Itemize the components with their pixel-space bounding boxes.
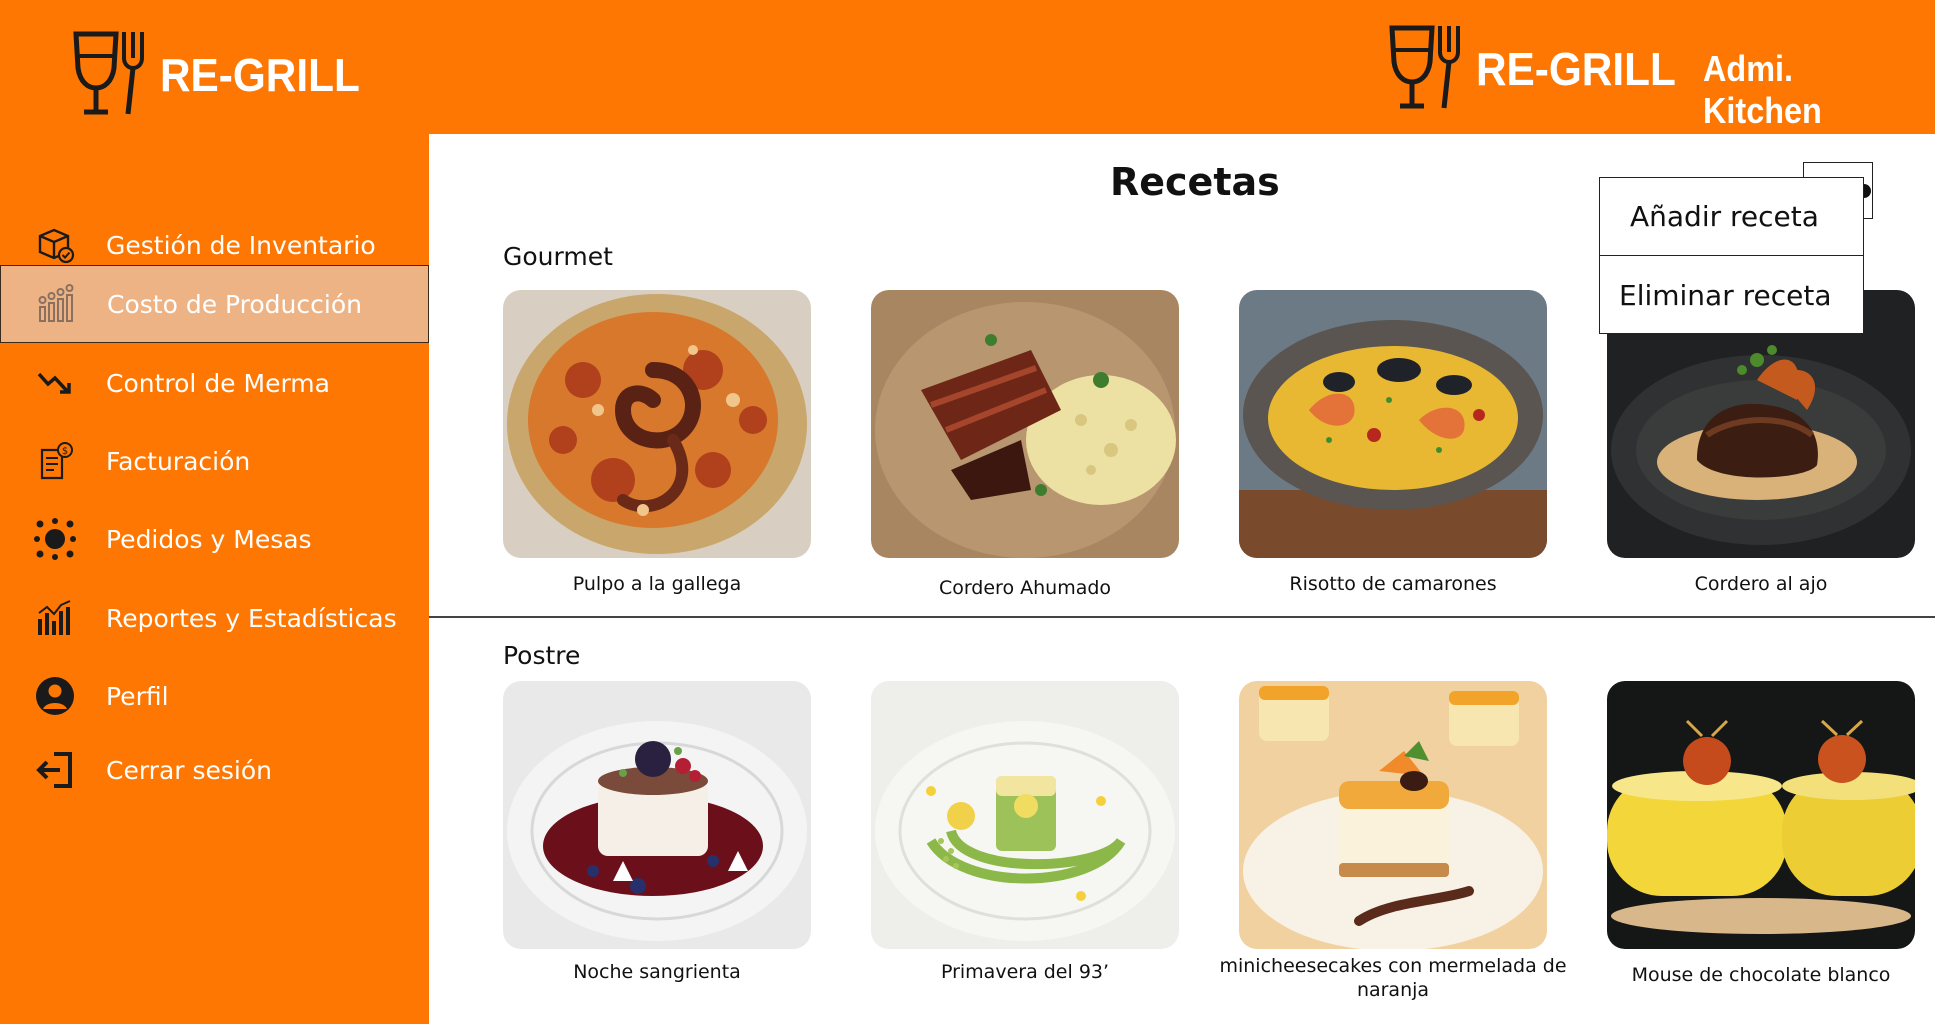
brand-logo-right: RE-GRILL: [1386, 24, 1693, 114]
sidebar-item-control-merma[interactable]: Control de Merma: [0, 344, 429, 422]
white-chocolate-mousse-photo: [1607, 681, 1915, 949]
recipe-name: Cordero al ajo: [1694, 573, 1828, 595]
invoice-icon: $: [32, 438, 78, 484]
top-bar: RE-GRILL RE-GRILL Admi. Kitchen: [0, 0, 1935, 134]
recipe-name: Pulpo a la gallega: [572, 573, 742, 595]
recipe-name: Risotto de camarones: [1289, 573, 1497, 595]
sidebar-item-costo-produccion[interactable]: Costo de Producción: [0, 265, 429, 343]
glass-fork-logo-icon: [1389, 25, 1460, 109]
production-cost-icon: [33, 281, 79, 327]
recipe-name: Cordero Ahumado: [938, 577, 1112, 599]
page-title: Recetas: [1110, 160, 1280, 204]
sidebar-item-label: Cerrar sesión: [106, 755, 273, 785]
user-icon: [32, 673, 78, 719]
section-divider: [429, 616, 1935, 618]
recipe-name: Noche sangrienta: [573, 961, 741, 983]
table-orders-icon: [32, 516, 78, 562]
logout-icon: [32, 747, 78, 793]
sidebar-item-label: Control de Merma: [106, 368, 330, 398]
recipe-card[interactable]: Noche sangrienta: [503, 681, 811, 983]
sidebar-item-perfil[interactable]: Perfil: [0, 657, 429, 735]
sidebar-item-label: Facturación: [106, 446, 251, 476]
shrimp-risotto-photo: [1239, 290, 1547, 558]
smoked-lamb-photo: [871, 290, 1179, 558]
sidebar-item-label: Pedidos y Mesas: [106, 524, 312, 554]
recipe-card[interactable]: Cordero Ahumado: [871, 290, 1179, 599]
recipe-card[interactable]: Risotto de camarones: [1239, 290, 1547, 595]
sidebar-item-cerrar-sesion[interactable]: Cerrar sesión: [0, 731, 429, 809]
brand-logo[interactable]: RE-GRILL: [70, 30, 377, 120]
trend-down-icon: [32, 360, 78, 406]
delete-recipe-option[interactable]: Eliminar receta: [1600, 256, 1863, 334]
recipe-name: Primavera del 93’: [940, 961, 1110, 983]
sidebar-item-label: Perfil: [106, 681, 169, 711]
brand-name-right: RE-GRILL: [1476, 43, 1676, 95]
sidebar-item-label: Reportes y Estadísticas: [106, 603, 397, 633]
glass-fork-logo-icon: [73, 31, 144, 115]
recipe-name: Mouse de chocolate blanco: [1631, 964, 1891, 986]
sidebar-item-label: Gestión de Inventario: [106, 230, 376, 260]
section-title-postre: Postre: [503, 641, 581, 670]
add-recipe-option[interactable]: Añadir receta: [1600, 178, 1863, 256]
recipe-card[interactable]: Mouse de chocolate blanco: [1607, 681, 1915, 986]
sidebar: Gestión de Inventario Costo de Producció…: [0, 134, 429, 1024]
recipe-name: minicheesecakes con mermelada de naranja: [1219, 955, 1567, 1001]
sidebar-item-label: Costo de Producción: [107, 289, 362, 319]
stats-chart-icon: [32, 595, 78, 641]
recipe-card[interactable]: Primavera del 93’: [871, 681, 1179, 983]
sidebar-item-facturacion[interactable]: $ Facturación: [0, 422, 429, 500]
section-title-gourmet: Gourmet: [503, 242, 613, 271]
recipe-card[interactable]: minicheesecakes con mermelada de naranja: [1219, 681, 1567, 1001]
brand-name: RE-GRILL: [160, 49, 360, 101]
recipe-card[interactable]: Pulpo a la gallega: [503, 290, 811, 595]
berry-dessert-photo: [503, 681, 811, 949]
svg-text:$: $: [62, 446, 68, 457]
octopus-dish-photo: [503, 290, 811, 558]
spring-dessert-photo: [871, 681, 1179, 949]
recipe-options-dropdown: Añadir receta Eliminar receta: [1599, 177, 1864, 334]
sidebar-item-pedidos-mesas[interactable]: Pedidos y Mesas: [0, 500, 429, 578]
inventory-box-icon: [32, 222, 78, 268]
orange-cheesecake-photo: [1239, 681, 1547, 949]
user-role-label[interactable]: Admi. Kitchen: [1703, 48, 1912, 132]
sidebar-item-reportes[interactable]: Reportes y Estadísticas: [0, 579, 429, 657]
